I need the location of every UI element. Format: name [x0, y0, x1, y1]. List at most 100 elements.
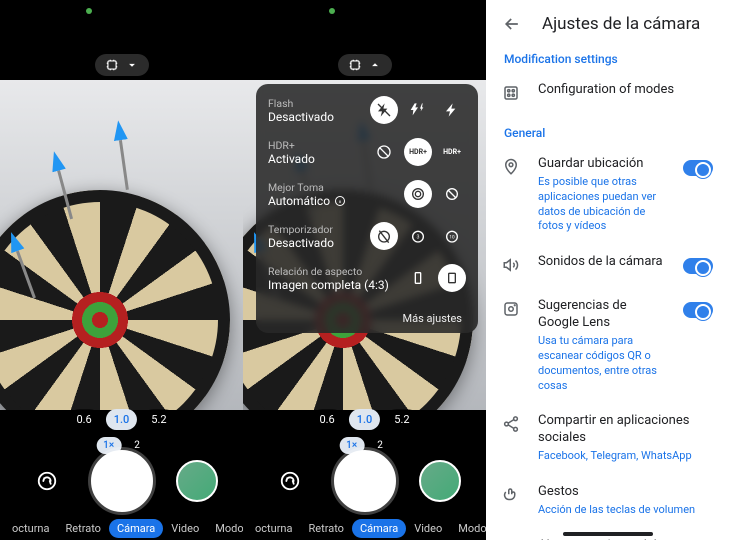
page-title: Ajustes de la cámara [542, 14, 700, 34]
settings-chip-icon [348, 58, 362, 72]
mode-video[interactable]: Video [406, 519, 450, 538]
ratio-wide-option[interactable] [404, 264, 432, 292]
ratio-wide-icon [410, 270, 426, 286]
flash-off-option[interactable] [370, 96, 398, 124]
setting-title: Guardar ubicación [538, 156, 667, 173]
zoom-option[interactable]: 1.0 [106, 409, 138, 430]
gallery-thumbnail[interactable] [176, 460, 218, 502]
switch-camera-button[interactable] [26, 460, 68, 502]
setting-subtitle: Facebook, Telegram, WhatsApp [538, 449, 713, 464]
privacy-indicator-dot [329, 8, 335, 14]
setting-title: Sugerencias de Google Lens [538, 298, 667, 332]
mode-selector: octurna Retrato Cámara Video Modos [0, 519, 243, 538]
viewfinder[interactable] [0, 80, 243, 410]
chevron-up-icon [368, 58, 382, 72]
hdr-off-option[interactable] [370, 138, 398, 166]
zoom-option[interactable]: 0.6 [68, 409, 99, 430]
timer-3s-icon: 3 [410, 228, 426, 244]
qs-value: Imagen completa (4:3) [268, 278, 404, 292]
qs-timer-row: Temporizador Desactivado 3 10 [268, 222, 466, 250]
info-icon[interactable] [334, 195, 346, 207]
setting-modes-config[interactable]: Configuration of modes [486, 72, 729, 116]
mode-camara[interactable]: Cámara [109, 519, 163, 538]
flash-on-icon [444, 102, 460, 118]
lens-toggle[interactable] [683, 302, 713, 318]
qs-label: Mejor Toma [268, 181, 404, 194]
timer-10s-icon: 10 [444, 228, 460, 244]
ratio-full-option[interactable] [438, 264, 466, 292]
hdr-enhanced-option[interactable]: HDR+ [438, 138, 466, 166]
more-settings-link[interactable]: Más ajustes [268, 306, 466, 327]
hdr-off-icon [376, 144, 392, 160]
setting-lens[interactable]: Sugerencias de Google Lens Usa tu cámara… [486, 288, 729, 403]
location-toggle[interactable] [683, 160, 713, 176]
hdr-on-option[interactable]: HDR+ [404, 138, 432, 166]
zoom-option[interactable]: 5.2 [386, 409, 417, 430]
setting-title: Sonidos de la cámara [538, 254, 667, 271]
gallery-thumbnail[interactable] [419, 460, 461, 502]
mode-retrato[interactable]: Retrato [57, 519, 108, 538]
camera-screen-expanded: Flash Desactivado HDR+ Activado HDR+ H [243, 0, 486, 540]
qs-hdr-row: HDR+ Activado HDR+ HDR+ [268, 138, 466, 166]
setting-sounds[interactable]: Sonidos de la cámara [486, 244, 729, 288]
qs-ratio-row: Relación de aspecto Imagen completa (4:3… [268, 264, 466, 292]
location-icon [502, 158, 520, 176]
back-arrow-icon[interactable] [502, 14, 522, 34]
qs-label: HDR+ [268, 139, 370, 152]
zoom-option[interactable]: 1.0 [349, 409, 381, 430]
mode-nocturna[interactable]: octurna [4, 519, 57, 538]
settings-chip-icon [105, 58, 119, 72]
qs-label: Temporizador [268, 223, 370, 236]
setting-share[interactable]: Compartir en aplicaciones sociales Faceb… [486, 403, 729, 474]
flash-on-option[interactable] [438, 96, 466, 124]
privacy-indicator-dot [86, 8, 92, 14]
mode-modos[interactable]: Modos [207, 519, 243, 538]
chevron-down-icon [125, 58, 139, 72]
setting-title: Configuration of modes [538, 82, 713, 99]
mode-modos[interactable]: Modos [450, 519, 486, 538]
camera-controls [0, 450, 243, 512]
bestshot-auto-option[interactable] [404, 180, 432, 208]
grid-icon [502, 84, 520, 102]
zoom-selector: 0.6 1.0 5.2 [68, 409, 174, 430]
mode-video[interactable]: Video [163, 519, 207, 538]
qs-value: Desactivado [268, 110, 370, 124]
qs-bestshot-row: Mejor Toma Automático [268, 180, 466, 208]
setting-location[interactable]: Guardar ubicación Es posible que otras a… [486, 146, 729, 244]
mode-retrato[interactable]: Retrato [300, 519, 351, 538]
mode-selector: octurna Retrato Cámara Video Modos [243, 519, 486, 538]
gesture-nav-bar[interactable] [563, 532, 653, 536]
timer-off-option[interactable] [370, 222, 398, 250]
shutter-button[interactable] [91, 450, 153, 512]
setting-title: Gestos [538, 484, 713, 501]
camera-controls [243, 450, 486, 512]
quick-settings-toggle[interactable] [95, 54, 149, 76]
zoom-option[interactable]: 0.6 [311, 409, 342, 430]
quick-settings-toggle[interactable] [338, 54, 392, 76]
setting-gestures[interactable]: Gestos Acción de las teclas de volumen [486, 474, 729, 528]
bestshot-off-icon [444, 186, 460, 202]
mode-nocturna[interactable]: octurna [247, 519, 300, 538]
three-phone-layout: 0.6 1.0 5.2 1× 2 octurna Retrato Cámara … [0, 0, 729, 540]
switch-camera-button[interactable] [269, 460, 311, 502]
shutter-button[interactable] [334, 450, 396, 512]
setting-title: Compartir en aplicaciones sociales [538, 413, 713, 447]
mode-camara[interactable]: Cámara [352, 519, 406, 538]
zoom-option[interactable]: 5.2 [143, 409, 174, 430]
zoom-selector: 0.6 1.0 5.2 [311, 409, 417, 430]
timer-10s-option[interactable]: 10 [438, 222, 466, 250]
timer-3s-option[interactable]: 3 [404, 222, 432, 250]
section-modification: Modification settings [486, 42, 729, 72]
setting-subtitle: Es posible que otras aplicaciones puedan… [538, 175, 667, 234]
camera-settings-screen: Ajustes de la cámara Modification settin… [486, 0, 729, 540]
settings-header: Ajustes de la cámara [486, 0, 729, 42]
camera-screen-collapsed: 0.6 1.0 5.2 1× 2 octurna Retrato Cámara … [0, 0, 243, 540]
lens-icon [502, 300, 520, 318]
setting-subtitle: Acción de las teclas de volumen [538, 503, 713, 518]
flash-auto-option[interactable] [404, 96, 432, 124]
flash-off-icon [376, 102, 392, 118]
qs-value: Automático [268, 194, 404, 208]
bestshot-off-option[interactable] [438, 180, 466, 208]
sounds-toggle[interactable] [683, 258, 713, 274]
svg-text:10: 10 [449, 235, 455, 241]
